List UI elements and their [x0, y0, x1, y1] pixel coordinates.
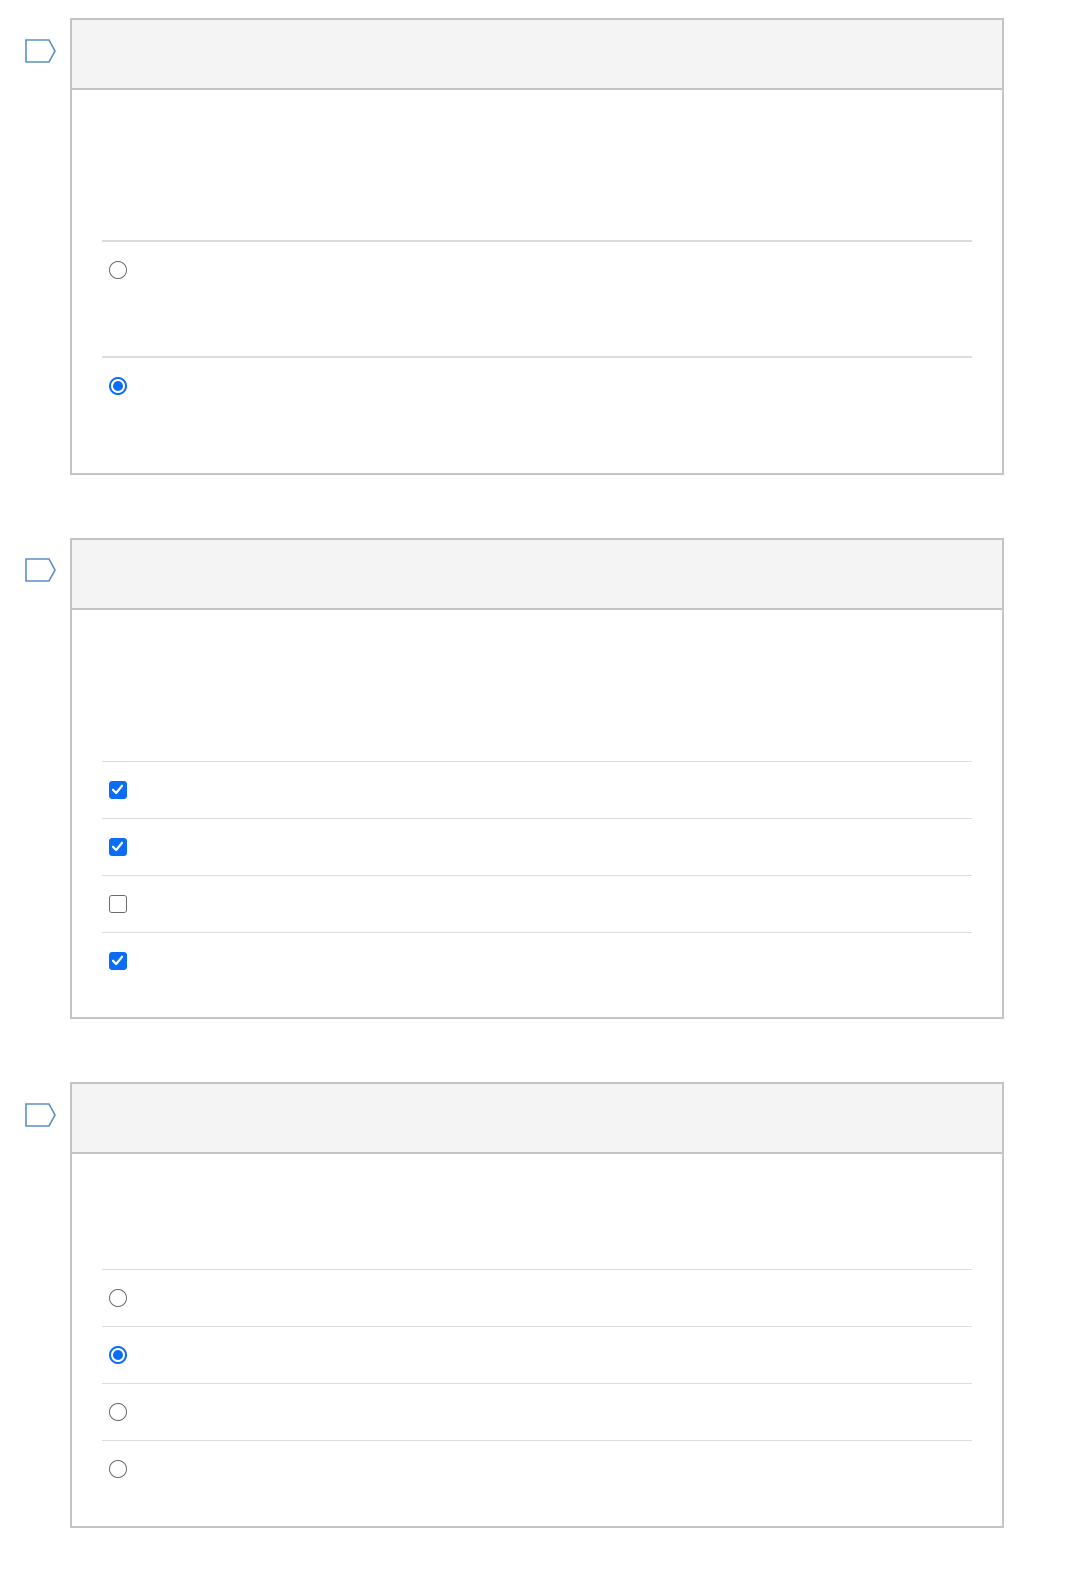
radio-button[interactable] — [108, 1402, 128, 1422]
flag-question-icon[interactable] — [25, 558, 57, 582]
option-3[interactable] — [102, 875, 972, 932]
radio-circle-icon — [109, 1403, 127, 1421]
question-header — [72, 1084, 1002, 1154]
radio-circle-icon — [109, 261, 127, 279]
question-card-1 — [70, 18, 1004, 475]
option-3[interactable] — [102, 1383, 972, 1440]
option-2[interactable] — [102, 818, 972, 875]
checkbox-empty-icon — [109, 895, 127, 913]
checkbox[interactable] — [108, 894, 128, 914]
radio-selected-icon — [109, 1346, 127, 1364]
radio-button[interactable] — [108, 1345, 128, 1365]
option-list — [102, 761, 972, 989]
checkbox[interactable] — [108, 951, 128, 971]
flag-question-icon[interactable] — [25, 1103, 57, 1127]
option-1[interactable] — [102, 761, 972, 818]
radio-button[interactable] — [108, 376, 128, 396]
option-list — [102, 240, 972, 472]
checkbox-checked-icon — [109, 952, 127, 970]
question-card-3 — [70, 1082, 1004, 1528]
radio-button[interactable] — [108, 1288, 128, 1308]
option-1[interactable] — [102, 240, 972, 356]
option-4[interactable] — [102, 932, 972, 989]
radio-button[interactable] — [108, 260, 128, 280]
option-list — [102, 1269, 972, 1497]
checkbox[interactable] — [108, 837, 128, 857]
option-2[interactable] — [102, 356, 972, 472]
question-header — [72, 20, 1002, 90]
radio-circle-icon — [109, 1460, 127, 1478]
flag-question-icon[interactable] — [25, 39, 57, 63]
checkbox-checked-icon — [109, 838, 127, 856]
option-1[interactable] — [102, 1269, 972, 1326]
radio-button[interactable] — [108, 1459, 128, 1479]
question-card-2 — [70, 538, 1004, 1019]
checkbox-checked-icon — [109, 781, 127, 799]
radio-selected-icon — [109, 377, 127, 395]
option-2[interactable] — [102, 1326, 972, 1383]
question-header — [72, 540, 1002, 610]
radio-circle-icon — [109, 1289, 127, 1307]
option-4[interactable] — [102, 1440, 972, 1497]
checkbox[interactable] — [108, 780, 128, 800]
